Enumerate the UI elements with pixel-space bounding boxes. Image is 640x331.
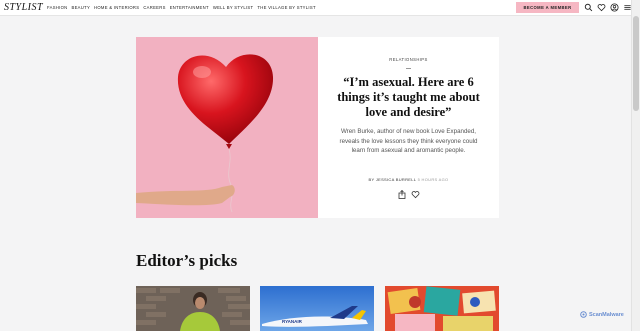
editors-picks-grid: RYANAIR [136, 286, 499, 331]
share-icon[interactable] [398, 190, 406, 199]
pick-card-2[interactable]: RYANAIR [260, 286, 374, 331]
svg-text:RYANAIR: RYANAIR [282, 319, 303, 324]
featured-article-card[interactable]: RELATIONSHIPS “I’m asexual. Here are 6 t… [136, 37, 499, 218]
become-member-button[interactable]: BECOME A MEMBER [516, 2, 579, 13]
article-actions [398, 190, 420, 199]
nav-item-village-by-stylist[interactable]: THE VILLAGE BY STYLIST [257, 5, 315, 10]
nav-item-fashion[interactable]: FASHION [47, 5, 67, 10]
byline-prefix: BY [368, 177, 375, 182]
save-heart-icon[interactable] [411, 190, 420, 199]
pick-card-3[interactable] [385, 286, 499, 331]
pick-card-1[interactable] [136, 286, 250, 331]
featured-article-image[interactable] [136, 37, 318, 218]
account-icon[interactable] [610, 3, 619, 12]
pick-image-1 [136, 286, 250, 331]
nav-item-entertainment[interactable]: ENTERTAINMENT [170, 5, 209, 10]
top-nav: STYLIST FASHION BEAUTY HOME & INTERIORS … [0, 0, 632, 16]
watermark-text: ScanMalware [589, 311, 624, 318]
article-standfirst: Wren Burke, author of new book Love Expa… [339, 128, 478, 154]
nav-menu: FASHION BEAUTY HOME & INTERIORS CAREERS … [47, 5, 316, 10]
category-divider [406, 68, 411, 69]
scanmalware-watermark: ScanMalware [580, 311, 624, 318]
scrollbar-thumb[interactable] [633, 16, 639, 111]
nav-item-home-interiors[interactable]: HOME & INTERIORS [94, 5, 139, 10]
nav-item-beauty[interactable]: BEAUTY [71, 5, 90, 10]
editors-picks-heading: Editor’s picks [136, 251, 238, 270]
nav-item-well-by-stylist[interactable]: WELL BY STYLIST [213, 5, 254, 10]
search-icon[interactable] [584, 3, 593, 12]
article-category[interactable]: RELATIONSHIPS [318, 57, 499, 62]
pick-image-2: RYANAIR [260, 286, 374, 331]
heart-icon[interactable] [597, 3, 606, 12]
nav-item-careers[interactable]: CAREERS [143, 5, 165, 10]
page-scrollbar[interactable] [631, 0, 640, 331]
featured-article-text: RELATIONSHIPS “I’m asexual. Here are 6 t… [318, 37, 499, 218]
article-headline[interactable]: “I’m asexual. Here are 6 things it’s tau… [328, 75, 489, 120]
site-logo[interactable]: STYLIST [4, 2, 43, 13]
article-byline: BY JESSICA BURRELL 5 HOURS AGO [318, 177, 499, 182]
article-time: 5 HOURS AGO [417, 177, 449, 182]
scanmalware-logo-icon [580, 311, 587, 318]
pick-image-3 [385, 286, 499, 331]
heart-balloon-image [136, 54, 274, 213]
author-link[interactable]: JESSICA BURRELL [376, 177, 416, 182]
